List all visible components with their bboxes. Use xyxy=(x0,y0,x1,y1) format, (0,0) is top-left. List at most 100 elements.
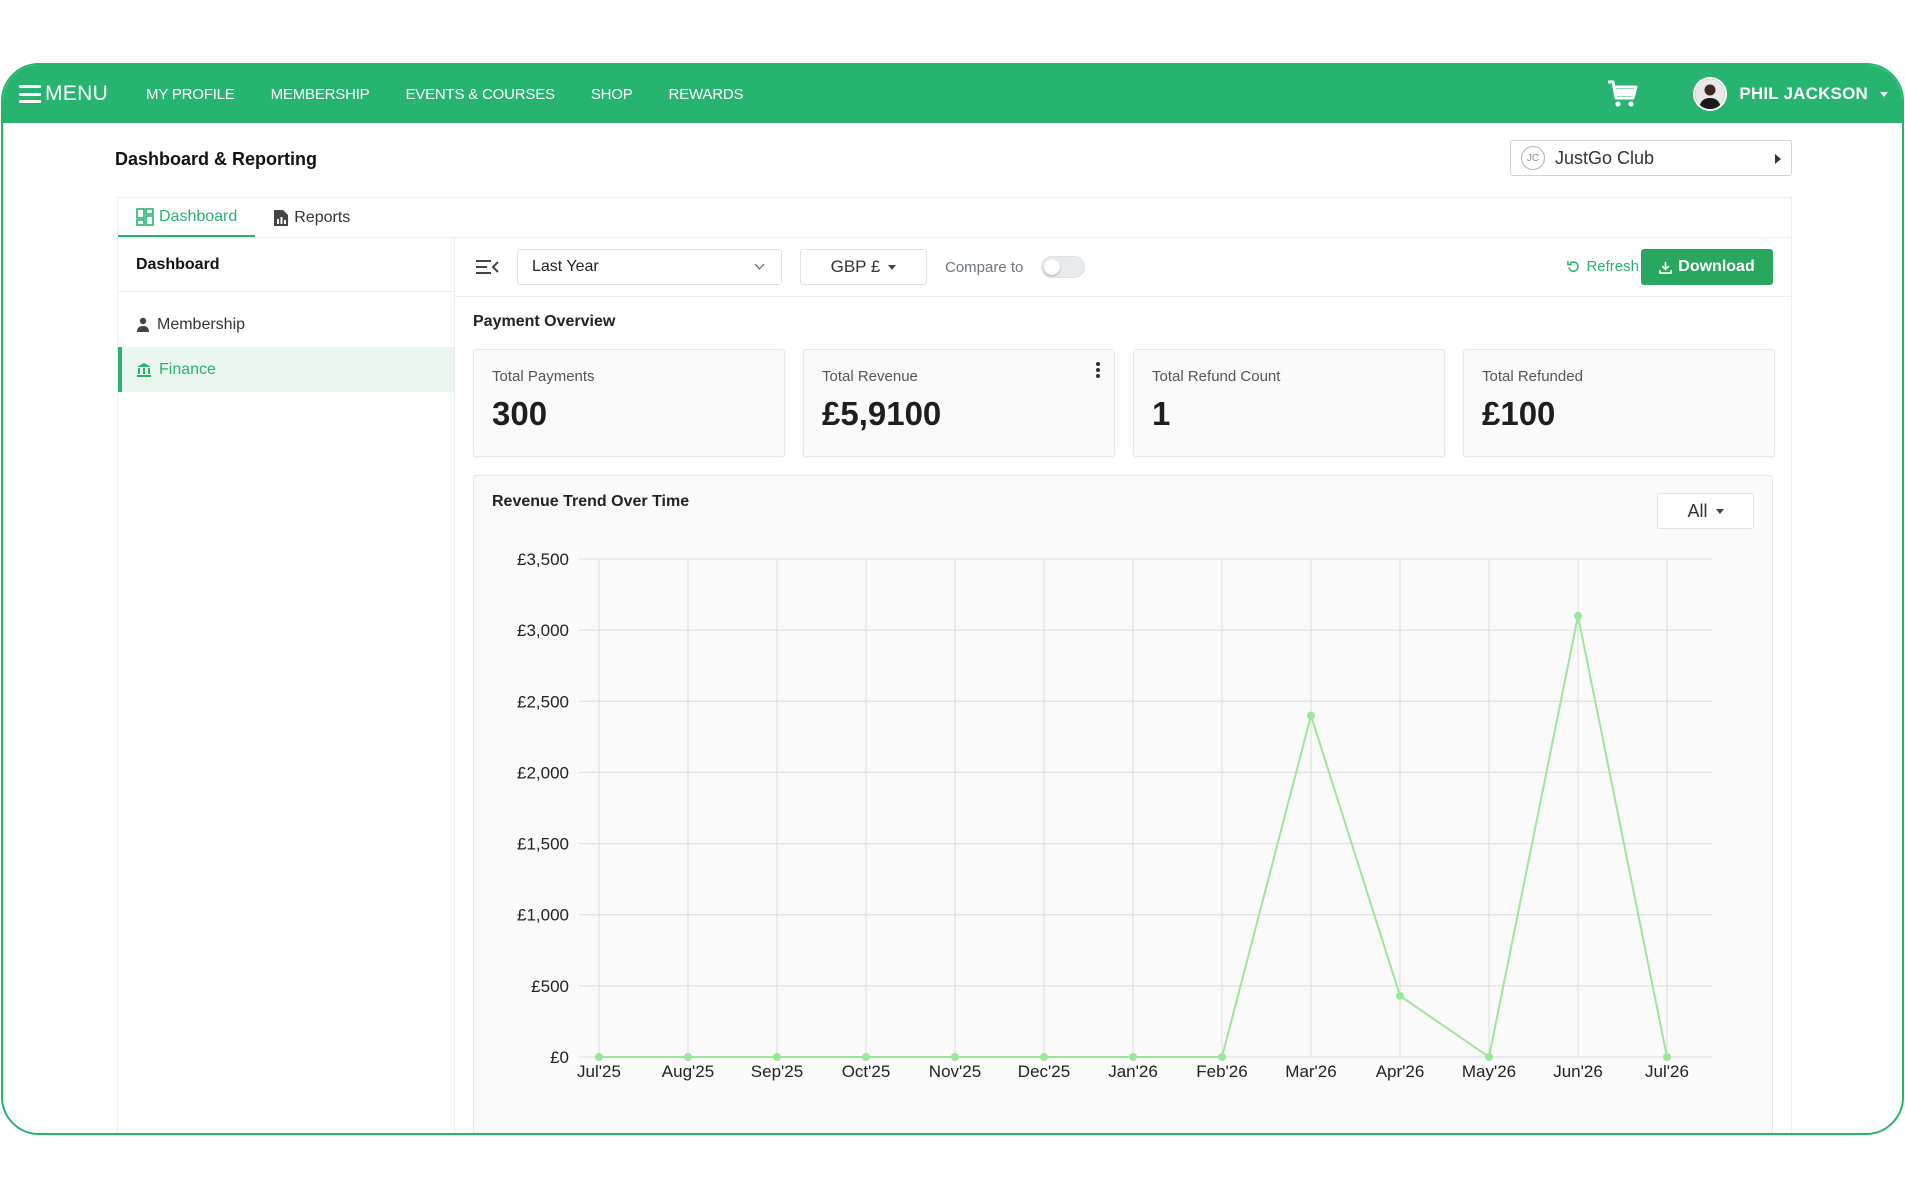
x-tick-label: Mar'26 xyxy=(1285,1062,1336,1081)
chart-filter-select[interactable]: All xyxy=(1657,493,1754,529)
kpi-value: 300 xyxy=(492,395,548,432)
nav-membership[interactable]: MEMBERSHIP xyxy=(271,86,370,103)
nav-shop[interactable]: SHOP xyxy=(591,86,633,103)
x-tick-label: Jan'26 xyxy=(1108,1062,1158,1081)
main-panel: Last Year GBP £ Compare to Refresh Downl… xyxy=(455,237,1792,1133)
y-tick-label: £0 xyxy=(550,1048,569,1067)
y-tick-label: £1,500 xyxy=(517,835,569,854)
x-tick-label: Apr'26 xyxy=(1376,1062,1425,1081)
menu-label: MENU xyxy=(45,82,109,105)
kpi-label: Total Payments xyxy=(492,368,595,385)
chart-filter-value: All xyxy=(1687,500,1708,521)
kpi-cards: Total Payments 300 Total Revenue £5,9100… xyxy=(473,349,1775,457)
data-point xyxy=(1663,1053,1671,1061)
sidebar-item-membership[interactable]: Membership xyxy=(118,302,454,347)
report-icon xyxy=(274,210,289,226)
x-tick-label: May'26 xyxy=(1462,1062,1516,1081)
app-frame: MENU MY PROFILE MEMBERSHIP EVENTS & COUR… xyxy=(1,63,1904,1135)
sidebar-item-membership-label: Membership xyxy=(157,315,246,333)
cart-icon[interactable] xyxy=(1607,79,1639,109)
data-point xyxy=(595,1053,603,1061)
y-tick-label: £3,500 xyxy=(517,550,569,569)
kpi-value: £5,9100 xyxy=(822,395,942,432)
menu-button[interactable]: MENU xyxy=(19,82,108,106)
period-value: Last Year xyxy=(532,258,599,275)
chevron-down-icon xyxy=(754,259,765,270)
caret-down-icon xyxy=(888,264,897,270)
caret-down-icon xyxy=(1715,508,1724,514)
bank-icon xyxy=(137,362,151,377)
data-point xyxy=(1574,611,1582,620)
chart-title: Revenue Trend Over Time xyxy=(492,493,690,510)
revenue-line-chart: £0 £500 £1,000 £1,500 £2,000 £2,500 £3,000 £3,5… xyxy=(517,550,1712,1081)
data-point xyxy=(1307,711,1315,720)
revenue-chart-card: £0 £500 £1,000 £1,500 £2,000 £2,500 £3,000 £3,5… xyxy=(473,475,1773,1133)
kebab-menu-icon[interactable] xyxy=(1096,362,1100,378)
x-tick-label: Feb'26 xyxy=(1196,1062,1247,1081)
x-tick-label: Jul'26 xyxy=(1645,1062,1689,1081)
sidebar-heading[interactable]: Dashboard xyxy=(118,238,454,292)
club-name: JustGo Club xyxy=(1555,147,1655,168)
kpi-label: Total Revenue xyxy=(822,368,918,385)
kpi-label: Total Refunded xyxy=(1482,368,1583,385)
x-tick-label: Jul'25 xyxy=(577,1062,621,1081)
data-point xyxy=(1129,1053,1137,1061)
data-point xyxy=(773,1053,781,1061)
data-point xyxy=(1218,1053,1226,1061)
y-tick-label: £1,000 xyxy=(517,906,569,925)
y-tick-label: £500 xyxy=(531,977,569,996)
tab-reports-label: Reports xyxy=(294,209,351,226)
caret-right-icon xyxy=(1775,154,1781,164)
compare-toggle[interactable] xyxy=(1041,256,1086,278)
kpi-value: £100 xyxy=(1482,395,1556,432)
data-point xyxy=(1396,991,1404,1000)
x-tick-label: Jun'26 xyxy=(1553,1062,1603,1081)
user-name[interactable]: PHIL JACKSON xyxy=(1739,84,1868,104)
data-point xyxy=(1485,1053,1493,1061)
main-nav: MY PROFILE MEMBERSHIP EVENTS & COURSES S… xyxy=(146,86,779,103)
club-selector[interactable]: JC JustGo Club xyxy=(1510,140,1792,176)
nav-rewards[interactable]: REWARDS xyxy=(669,86,744,103)
refresh-icon xyxy=(1567,260,1580,272)
y-tick-label: £2,500 xyxy=(517,692,569,711)
nav-events-courses[interactable]: EVENTS & COURSES xyxy=(405,86,555,103)
x-tick-label: Sep'25 xyxy=(751,1062,803,1081)
kpi-card-total-refunded: Total Refunded £100 xyxy=(1463,349,1775,457)
kpi-value: 1 xyxy=(1152,395,1171,432)
avatar-image xyxy=(1695,79,1726,109)
kpi-card-total-revenue: Total Revenue £5,9100 xyxy=(803,349,1115,457)
download-icon xyxy=(1659,261,1673,274)
refresh-button[interactable]: Refresh xyxy=(1567,258,1639,275)
avatar[interactable] xyxy=(1693,77,1728,111)
hamburger-icon xyxy=(19,85,41,103)
tab-bar: Dashboard Reports xyxy=(117,197,1792,237)
nav-my-profile[interactable]: MY PROFILE xyxy=(146,86,235,103)
x-tick-label: Dec'25 xyxy=(1018,1062,1070,1081)
club-badge: JC xyxy=(1521,146,1545,170)
kpi-card-total-refund-count: Total Refund Count 1 xyxy=(1133,349,1445,457)
tab-dashboard-label: Dashboard xyxy=(159,208,238,225)
collapse-sidebar-icon[interactable] xyxy=(475,257,499,277)
download-button[interactable]: Download xyxy=(1641,249,1773,285)
period-select[interactable]: Last Year xyxy=(517,249,782,285)
y-tick-label: £2,000 xyxy=(517,763,569,782)
sidebar-item-finance[interactable]: Finance xyxy=(118,347,454,392)
sidebar-item-finance-label: Finance xyxy=(159,360,216,378)
tab-dashboard[interactable]: Dashboard xyxy=(118,199,256,237)
sidebar: Dashboard Membership Finance xyxy=(117,237,455,1133)
filter-bar: Last Year GBP £ Compare to Refresh Downl… xyxy=(455,238,1791,297)
data-point xyxy=(862,1053,870,1061)
page-title: Dashboard & Reporting xyxy=(115,149,318,169)
dashboard-icon xyxy=(136,208,154,226)
y-tick-label: £3,000 xyxy=(517,621,569,640)
data-point xyxy=(684,1053,692,1061)
top-navbar: MENU MY PROFILE MEMBERSHIP EVENTS & COUR… xyxy=(3,65,1902,123)
currency-value: GBP £ xyxy=(830,257,881,276)
kpi-label: Total Refund Count xyxy=(1152,368,1281,385)
tab-reports[interactable]: Reports xyxy=(255,199,368,237)
download-label: Download xyxy=(1678,258,1755,275)
currency-select[interactable]: GBP £ xyxy=(800,249,927,285)
user-dropdown-caret-icon[interactable] xyxy=(1880,91,1888,97)
topbar-right: PHIL JACKSON xyxy=(1607,77,1888,111)
refresh-label: Refresh xyxy=(1586,258,1639,275)
